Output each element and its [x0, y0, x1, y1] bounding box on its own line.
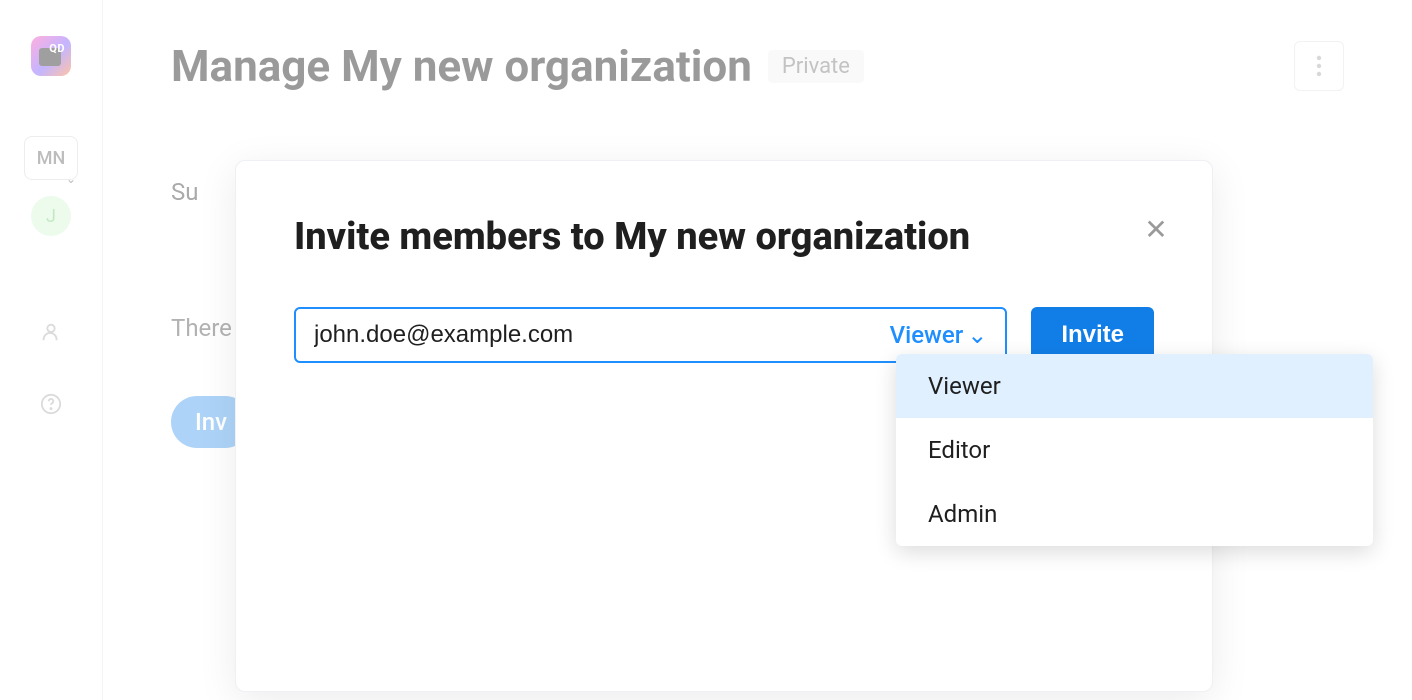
role-selector[interactable]: Viewer ⌄	[890, 321, 988, 349]
role-option-editor[interactable]: Editor	[896, 418, 1373, 482]
role-selected-label: Viewer	[890, 321, 964, 349]
email-input[interactable]	[314, 321, 890, 349]
chevron-down-icon: ⌄	[967, 321, 987, 349]
close-button[interactable]: ✕	[1140, 213, 1172, 245]
role-option-viewer[interactable]: Viewer	[896, 354, 1373, 418]
close-icon: ✕	[1144, 213, 1167, 246]
role-option-admin[interactable]: Admin	[896, 482, 1373, 546]
role-dropdown: Viewer Editor Admin	[896, 354, 1373, 546]
modal-title: Invite members to My new organization	[294, 215, 1154, 259]
